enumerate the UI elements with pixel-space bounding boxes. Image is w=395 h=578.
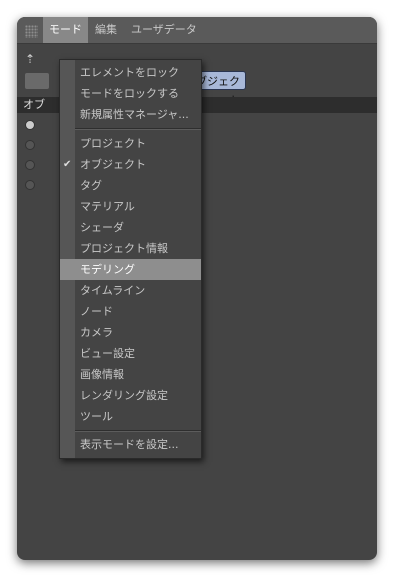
radio-option-4[interactable] bbox=[25, 180, 35, 190]
menu-item-lock-mode[interactable]: モードをロックする bbox=[60, 83, 201, 104]
mode-dropdown-menu: エレメントをロック モードをロックする 新規属性マネージャ... プロジェクト … bbox=[59, 59, 202, 459]
menu-separator bbox=[75, 430, 201, 432]
menu-item-render-settings[interactable]: レンダリング設定 bbox=[60, 385, 201, 406]
menu-item-object[interactable]: ✔ オブジェクト bbox=[60, 154, 201, 175]
checkmark-icon: ✔ bbox=[63, 159, 72, 170]
menu-item-modeling[interactable]: モデリング bbox=[60, 259, 201, 280]
menu-item-timeline[interactable]: タイムライン bbox=[60, 280, 201, 301]
menu-item-material[interactable]: マテリアル bbox=[60, 196, 201, 217]
menu-item-image-info[interactable]: 画像情報 bbox=[60, 364, 201, 385]
menu-edit[interactable]: 編集 bbox=[89, 17, 123, 43]
menu-user-data[interactable]: ユーザデータ bbox=[125, 17, 203, 43]
menu-mode[interactable]: モード bbox=[43, 17, 88, 43]
attribute-manager-window: モード 編集 ユーザデータ ⇡ オブジェクト オブ エレメントをロック モードを… bbox=[17, 17, 377, 560]
menu-item-shader[interactable]: シェーダ bbox=[60, 217, 201, 238]
menu-item-new-attribute-manager[interactable]: 新規属性マネージャ... bbox=[60, 104, 201, 125]
menu-item-set-display-mode[interactable]: 表示モードを設定... bbox=[60, 434, 201, 455]
menu-item-project[interactable]: プロジェクト bbox=[60, 133, 201, 154]
menu-item-tag[interactable]: タグ bbox=[60, 175, 201, 196]
radio-option-1[interactable] bbox=[25, 120, 35, 130]
up-arrow-icon[interactable]: ⇡ bbox=[25, 51, 41, 67]
mode-tab-button[interactable] bbox=[25, 73, 49, 89]
menu-item-camera[interactable]: カメラ bbox=[60, 322, 201, 343]
grip-dots-icon[interactable] bbox=[25, 25, 38, 38]
menu-bar: モード 編集 ユーザデータ bbox=[17, 17, 377, 44]
menu-item-lock-element[interactable]: エレメントをロック bbox=[60, 62, 201, 83]
menu-separator bbox=[75, 128, 201, 130]
menu-item-node[interactable]: ノード bbox=[60, 301, 201, 322]
menu-item-object-label: オブジェクト bbox=[80, 158, 146, 171]
menu-item-view-settings[interactable]: ビュー設定 bbox=[60, 343, 201, 364]
menu-item-project-info[interactable]: プロジェクト情報 bbox=[60, 238, 201, 259]
radio-option-2[interactable] bbox=[25, 140, 35, 150]
menu-item-tools[interactable]: ツール bbox=[60, 406, 201, 427]
radio-option-3[interactable] bbox=[25, 160, 35, 170]
